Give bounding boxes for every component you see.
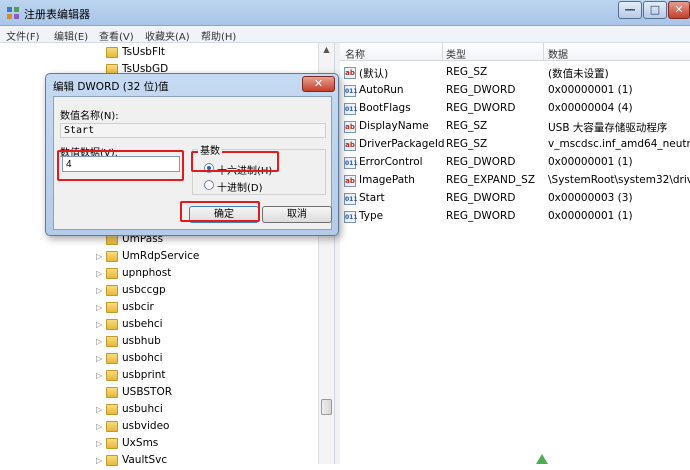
base-groupbox-label: 基数 — [198, 142, 222, 157]
registry-editor-icon — [7, 7, 19, 19]
scroll-up-icon[interactable]: ▲ — [319, 45, 334, 57]
value-row[interactable]: ab ImagePath REG_EXPAND_SZ \SystemRoot\s… — [340, 173, 690, 190]
expand-arrow-icon[interactable]: ▷ — [96, 371, 102, 380]
folder-icon — [106, 438, 118, 449]
expand-arrow-icon[interactable]: ▷ — [96, 320, 102, 329]
value-name-field: Start — [60, 123, 326, 138]
dword-value-icon: 011 — [344, 103, 358, 115]
close-window-button[interactable]: ✕ — [668, 1, 690, 19]
folder-icon — [106, 47, 118, 58]
close-icon: ✕ — [313, 77, 324, 90]
dword-value-icon: 011 — [344, 85, 358, 97]
menu-view[interactable]: 查看(V) — [99, 28, 134, 43]
title-bar: 注册表编辑器 — □ ✕ — [0, 0, 690, 26]
column-type-header[interactable]: 类型 — [446, 46, 466, 61]
dword-value-icon: 011 — [344, 211, 358, 223]
folder-icon — [106, 404, 118, 415]
column-divider[interactable] — [543, 43, 544, 61]
dword-value-icon: 011 — [344, 193, 358, 205]
folder-icon — [106, 251, 118, 262]
dword-value-icon: 011 — [344, 157, 358, 169]
expand-arrow-icon[interactable]: ▷ — [96, 405, 102, 414]
string-value-icon: ab — [344, 139, 356, 151]
folder-icon — [106, 302, 118, 313]
highlight-value-data — [57, 150, 184, 181]
column-divider[interactable] — [442, 43, 443, 61]
expand-arrow-icon[interactable]: ▷ — [96, 286, 102, 295]
radio-unselected-icon[interactable] — [204, 180, 214, 190]
menu-file[interactable]: 文件(F) — [6, 28, 40, 43]
folder-icon — [106, 421, 118, 432]
value-name-label: 数值名称(N): — [60, 111, 119, 122]
folder-icon — [106, 285, 118, 296]
highlight-ok-button — [180, 201, 260, 222]
menu-help[interactable]: 帮助(H) — [201, 28, 236, 43]
column-data-header[interactable]: 数据 — [548, 46, 568, 61]
value-row[interactable]: 011 ErrorControl REG_DWORD 0x00000001 (1… — [340, 155, 690, 172]
folder-icon — [106, 319, 118, 330]
folder-icon — [106, 455, 118, 466]
menu-favorites[interactable]: 收藏夹(A) — [145, 28, 190, 43]
value-row[interactable]: 011 BootFlags REG_DWORD 0x00000004 (4) — [340, 101, 690, 118]
string-value-icon: ab — [344, 121, 356, 133]
value-row[interactable]: 011 Start REG_DWORD 0x00000003 (3) — [340, 191, 690, 208]
string-value-icon: ab — [344, 175, 356, 187]
value-row[interactable]: ab DriverPackageId REG_SZ v_mscdsc.inf_a… — [340, 137, 690, 154]
menu-bar: 文件(F) 编辑(E) 查看(V) 收藏夹(A) 帮助(H) — [0, 26, 690, 43]
window-title: 注册表编辑器 — [24, 8, 90, 21]
maximize-icon: □ — [649, 3, 661, 16]
expand-arrow-icon[interactable]: ▷ — [96, 354, 102, 363]
folder-icon — [106, 370, 118, 381]
string-value-icon: ab — [344, 67, 356, 79]
value-row[interactable]: 011 AutoRun REG_DWORD 0x00000001 (1) — [340, 83, 690, 100]
dialog-close-button[interactable]: ✕ — [302, 76, 335, 92]
folder-icon — [106, 387, 118, 398]
minimize-icon: — — [624, 3, 636, 16]
close-icon: ✕ — [674, 3, 684, 16]
expand-arrow-icon[interactable]: ▷ — [96, 303, 102, 312]
expand-arrow-icon[interactable]: ▷ — [96, 252, 102, 261]
folder-icon — [106, 353, 118, 364]
green-arrow-icon — [536, 454, 548, 464]
folder-icon — [106, 268, 118, 279]
value-row[interactable]: 011 Type REG_DWORD 0x00000001 (1) — [340, 209, 690, 226]
cancel-button[interactable]: 取消 — [262, 206, 332, 223]
list-header: 名称 类型 数据 — [340, 43, 690, 61]
expand-arrow-icon[interactable]: ▷ — [96, 269, 102, 278]
menu-edit[interactable]: 编辑(E) — [54, 28, 88, 43]
expand-arrow-icon[interactable]: ▷ — [96, 337, 102, 346]
values-list[interactable]: 名称 类型 数据 ab (默认) REG_SZ (数值未设置) 011 Auto… — [340, 43, 690, 464]
expand-arrow-icon[interactable]: ▷ — [96, 422, 102, 431]
column-name-header[interactable]: 名称 — [345, 46, 365, 61]
dialog-title: 编辑 DWORD (32 位)值 — [53, 81, 169, 93]
folder-icon — [106, 336, 118, 347]
scrollbar-thumb[interactable] — [321, 399, 332, 415]
expand-arrow-icon[interactable]: ▷ — [96, 439, 102, 448]
minimize-button[interactable]: — — [618, 1, 642, 19]
value-row[interactable]: ab DisplayName REG_SZ USB 大容量存储驱动程序 — [340, 119, 690, 136]
value-row[interactable]: ab (默认) REG_SZ (数值未设置) — [340, 65, 690, 82]
maximize-button[interactable]: □ — [643, 1, 667, 19]
